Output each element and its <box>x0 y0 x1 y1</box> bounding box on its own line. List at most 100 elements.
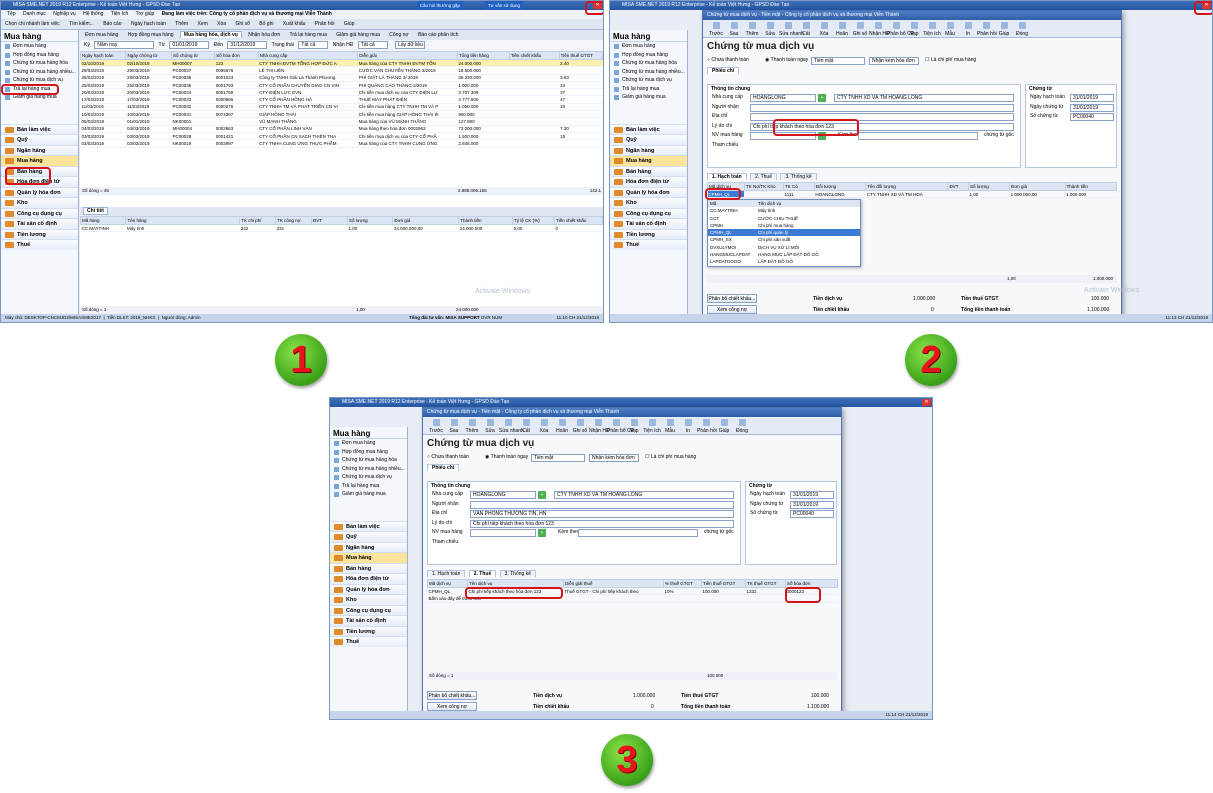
module-warehouse[interactable]: Kho <box>1 197 78 208</box>
tab-purchase-discount[interactable]: Giảm giá hàng mua <box>333 32 383 38</box>
module-sales[interactable]: Bán hàng <box>610 165 687 176</box>
branch-button[interactable]: Chọn chi nhánh làm việc <box>5 21 60 27</box>
menu-utilities[interactable]: Tiện ích <box>111 11 129 17</box>
column-header[interactable]: Tên hàng <box>125 216 241 225</box>
toolbar-button[interactable]: Nạp <box>905 20 923 37</box>
column-header[interactable]: Tiền chiết khấu <box>554 216 603 225</box>
menu-file[interactable]: Tệp <box>7 11 16 17</box>
sidebar-link-purchase-contract[interactable]: Hợp đồng mua hàng <box>1 51 78 60</box>
sidebar-link-purchase-discount[interactable]: Giảm giá hàng mua <box>330 490 407 499</box>
add-supplier-icon[interactable]: + <box>818 94 826 102</box>
toolbar-button[interactable]: Cất <box>797 20 815 37</box>
allocate-discount-button[interactable]: Phân bổ chiết khấu... <box>427 691 477 700</box>
column-header[interactable]: TK thuế GTGT <box>745 579 786 588</box>
tab-payables[interactable]: Công nợ <box>386 32 411 38</box>
close-icon[interactable]: ✕ <box>922 399 931 406</box>
posting-date-input[interactable]: 31/01/2019 <box>790 491 834 499</box>
sidebar-link-service-voucher[interactable]: Chứng từ mua dịch vụ <box>330 473 407 482</box>
accounting-row[interactable]: CPMH_QL 1111 HOANGLONG CTY TNHH XD VÀ TM HO… <box>707 190 1117 199</box>
payment-method-select[interactable]: Tiền mặt <box>811 57 865 65</box>
sidebar-link-purchase-contract[interactable]: Hợp đồng mua hàng <box>330 448 407 457</box>
tab-purchase-order[interactable]: Đơn mua hàng <box>82 32 121 38</box>
sidebar-link-purchase-order[interactable]: Đơn mua hàng <box>610 42 687 51</box>
dropdown-item[interactable]: CPMH_QL Chi phí quản lý <box>708 229 860 237</box>
module-sales[interactable]: Bán hàng <box>330 562 407 573</box>
toolbar-button[interactable]: Giúp <box>715 417 733 434</box>
purchase-cost-checkbox[interactable]: ☐ Là chi phí mua hàng <box>925 56 976 66</box>
table-row[interactable]: 20/03/2019 20/03/2019 PC00034 0001769 CTY ĐI… <box>80 88 603 97</box>
toolbar-button[interactable]: Tiện ích <box>923 20 941 37</box>
module-invoice-mgmt[interactable]: Quản lý hóa đơn <box>330 583 407 594</box>
sidebar-link-purchase-order[interactable]: Đơn mua hàng <box>330 439 407 448</box>
toolbar-button[interactable]: Phân bổ CP <box>887 20 914 37</box>
allocate-discount-button[interactable]: Phân bổ chiết khấu... <box>707 294 757 303</box>
menu-operations[interactable]: Nghiệp vụ <box>53 11 76 17</box>
tab-tax[interactable]: 2. Thuế <box>468 570 497 577</box>
module-fixed-assets[interactable]: Tài sản cố định <box>330 615 407 626</box>
module-e-invoice[interactable]: Hóa đơn điện tử <box>330 573 407 584</box>
menu-help[interactable]: Trợ giúp <box>136 11 155 17</box>
column-header[interactable]: Mã dịch vụ <box>427 579 468 588</box>
table-row[interactable]: 28/03/2019 28/03/2019 PC00036 0001023 Công t… <box>80 74 603 82</box>
tab-analysis-report[interactable]: Báo cáo phân tích <box>415 32 461 38</box>
help-button[interactable]: Giúp <box>344 21 355 27</box>
module-bank[interactable]: Ngân hàng <box>330 541 407 552</box>
toolbar-button[interactable]: Ghi sổ <box>851 20 869 37</box>
module-fixed-assets[interactable]: Tài sản cố định <box>1 218 78 229</box>
status-select[interactable]: Tất cả <box>298 40 329 49</box>
toolbar-button[interactable]: Sau <box>445 417 463 434</box>
invoice-option-select[interactable]: Nhận kèm hóa đơn <box>869 57 919 65</box>
table-row[interactable]: 10/03/2019 10/03/2019 PC00031 0074367 GIÁP H… <box>80 110 603 119</box>
dropdown-item[interactable]: LAPDATDOGO LẮP ĐẶT ĐỒ GỖ <box>708 258 860 265</box>
sidebar-link-multi-voucher[interactable]: Chứng từ mua hàng nhiều... <box>1 68 78 77</box>
delete-button[interactable]: Xóa <box>217 21 226 27</box>
module-tools[interactable]: Công cụ dụng cụ <box>1 207 78 218</box>
column-header[interactable]: Đơn giá <box>1009 182 1066 191</box>
toolbar-button[interactable]: Hoãn <box>553 417 571 434</box>
module-payroll[interactable]: Tiền lương <box>610 228 687 239</box>
dropdown-item[interactable]: DVXULYMOI DỊCH VỤ XỬ LÍ MỐI <box>708 244 860 251</box>
toolbar-button[interactable]: Nhận HĐ <box>589 417 610 434</box>
column-header[interactable]: Tỷ lệ CK (%) <box>512 216 556 225</box>
tab-accounting[interactable]: 1. Hạch toán <box>707 173 747 180</box>
from-date-input[interactable]: 01/01/2019 <box>169 40 210 49</box>
toolbar-button[interactable]: Tiện ích <box>643 417 661 434</box>
toolbar-button[interactable]: Sửa nhanh <box>499 417 524 434</box>
column-header[interactable]: Số lượng <box>346 216 394 225</box>
voucher-no-input[interactable]: PC00040 <box>790 510 834 518</box>
column-header[interactable]: ĐVT <box>311 216 348 225</box>
table-row[interactable]: 02/10/2019 02/10/2019 MH00007 123 CTY TNHH Đ… <box>80 59 603 68</box>
invoice-option-select[interactable]: Nhận kèm hóa đơn <box>589 454 639 462</box>
module-cash[interactable]: Quỹ <box>610 134 687 145</box>
view-payables-button[interactable]: Xem công nợ <box>427 702 477 711</box>
module-workspace[interactable]: Bán làm việc <box>330 520 407 531</box>
period-select[interactable]: Năm nay <box>94 40 155 49</box>
column-header[interactable]: Tiền chiết khấu <box>508 51 560 60</box>
module-cash[interactable]: Quỹ <box>330 531 407 542</box>
add-button[interactable]: Thêm <box>175 21 188 27</box>
posting-date-button[interactable]: Ngày hạch toán <box>131 21 166 27</box>
module-tools[interactable]: Công cụ dụng cụ <box>610 207 687 218</box>
tab-receive-invoice[interactable]: Nhận hóa đơn <box>245 32 283 38</box>
column-header[interactable]: TK chi phí <box>239 216 277 225</box>
voucher-no-input[interactable]: PC00040 <box>1070 113 1114 121</box>
address-input[interactable]: VĂN PHÒNG THƯƠNG TÍN, HN <box>470 510 734 518</box>
table-row[interactable]: 29/03/2019 29/03/2019 PC00037 0095678 LÊ THỊ… <box>80 66 603 75</box>
receiver-input[interactable] <box>470 500 734 509</box>
supplier-name-input[interactable]: CTY TNHH XD VÀ TM HOÀNG LONG <box>834 94 1014 102</box>
sidebar-link-goods-voucher[interactable]: Chứng từ mua hàng hóa <box>610 59 687 68</box>
module-fixed-assets[interactable]: Tài sản cố định <box>610 218 687 229</box>
faq-badge[interactable]: Câu hỏi thường gặp <box>416 1 463 10</box>
module-tools[interactable]: Công cụ dụng cụ <box>330 604 407 615</box>
supplier-code-input[interactable]: HOANGLONG <box>470 491 536 499</box>
sidebar-link-purchase-order[interactable]: Đơn mua hàng <box>1 42 78 51</box>
column-header[interactable]: Số lượng <box>967 182 1011 191</box>
sidebar-link-goods-voucher[interactable]: Chứng từ mua hàng hóa <box>1 59 78 68</box>
voucher-date-input[interactable]: 31/01/2019 <box>1070 103 1114 112</box>
buyer-input[interactable] <box>470 529 536 537</box>
toolbar-button[interactable]: Sửa <box>761 20 779 37</box>
opt-paid[interactable]: ◉ Thanh toán ngay <box>765 56 808 66</box>
toolbar-button[interactable]: Sửa <box>481 417 499 434</box>
sidebar-link-service-voucher[interactable]: Chứng từ mua dịch vụ <box>610 76 687 85</box>
column-header[interactable]: Thành tiền <box>458 216 514 225</box>
